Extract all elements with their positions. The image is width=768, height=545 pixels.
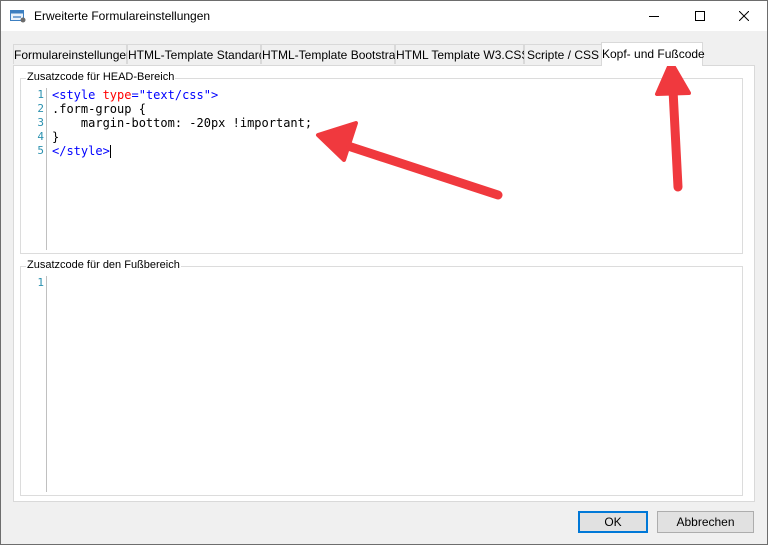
- tab-content-panel: Zusatzcode für HEAD-Bereich 1 2 3 4 5 <s…: [13, 65, 755, 502]
- tab-scripte-css[interactable]: Scripte / CSS: [524, 44, 602, 64]
- code-line-1: <style type="text/css">: [52, 88, 219, 102]
- line-number: 3: [37, 116, 44, 129]
- tab-html-template-standard[interactable]: HTML-Template Standard: [127, 44, 265, 64]
- line-number: 2: [37, 102, 44, 115]
- code-line-2: .form-group {: [52, 102, 146, 116]
- form-window-icon: [10, 9, 26, 23]
- head-code-label: Zusatzcode für HEAD-Bereich: [26, 71, 176, 83]
- head-code-group: Zusatzcode für HEAD-Bereich 1 2 3 4 5 <s…: [20, 71, 743, 254]
- foot-code-label: Zusatzcode für den Fußbereich: [26, 259, 181, 271]
- code-line-5: </style>: [52, 144, 111, 158]
- minimize-button[interactable]: [631, 1, 677, 31]
- maximize-button[interactable]: [677, 1, 723, 31]
- foot-code-group: Zusatzcode für den Fußbereich 1: [20, 259, 743, 496]
- code-line-4: }: [52, 130, 60, 144]
- line-number: 4: [37, 130, 44, 143]
- line-number: 1: [37, 88, 44, 101]
- window-title: Erweiterte Formulareinstellungen: [34, 9, 211, 23]
- tab-html-template-bootstrap[interactable]: HTML-Template Bootstrap: [261, 44, 402, 64]
- text-caret: [109, 145, 111, 158]
- dialog-window: Erweiterte Formulareinstellungen Zusatzc…: [0, 0, 768, 545]
- tab-formulareinstellungen[interactable]: Formulareinstellungen: [13, 44, 133, 64]
- close-button[interactable]: [721, 1, 767, 31]
- line-number: 1: [37, 276, 44, 289]
- close-icon: [739, 11, 749, 21]
- ok-button[interactable]: OK: [578, 511, 648, 533]
- code-line-3: margin-bottom: -20px !important;: [52, 116, 313, 130]
- cancel-button[interactable]: Abbrechen: [657, 511, 754, 533]
- title-bar[interactable]: Erweiterte Formulareinstellungen: [1, 1, 767, 31]
- tab-kopf-und-fusscode[interactable]: Kopf- und Fußcode: [601, 42, 705, 66]
- code-text: <style type="text/css"> .form-group { mar…: [52, 88, 312, 158]
- line-number-gutter: 1: [31, 276, 47, 492]
- head-code-editor[interactable]: 1 2 3 4 5 <style type="text/css"> .form-g…: [31, 88, 739, 250]
- line-number-gutter: 1 2 3 4 5: [31, 88, 47, 250]
- tab-html-template-w3css[interactable]: HTML Template W3.CSS: [395, 44, 529, 64]
- maximize-icon: [695, 11, 705, 21]
- line-number: 5: [37, 144, 44, 157]
- minimize-icon: [649, 16, 659, 17]
- foot-code-editor[interactable]: 1: [31, 276, 739, 492]
